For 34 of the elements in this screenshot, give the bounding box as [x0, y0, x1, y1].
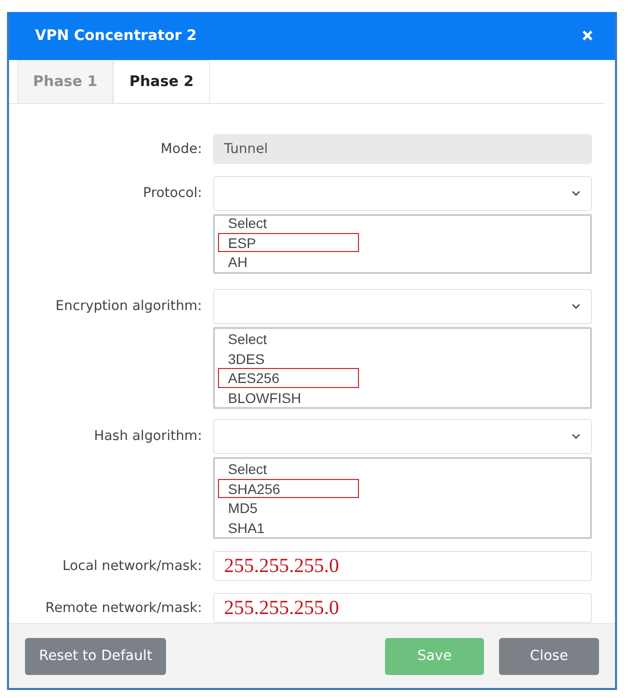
dropdown-field[interactable] — [213, 289, 592, 324]
dropdown-field[interactable] — [213, 176, 592, 212]
list-option[interactable]: Select — [218, 216, 359, 233]
list-option[interactable]: BLOWFISH — [218, 388, 359, 408]
dialog-title: VPN Concentrator 2 — [35, 28, 197, 44]
option-list[interactable]: Select 3DES AES256 BLOWFISH — [213, 327, 592, 410]
reset-button[interactable]: Reset to Default — [25, 638, 166, 675]
list-option[interactable]: Select — [218, 459, 359, 479]
list-option[interactable]: AES256 — [218, 368, 359, 388]
list-option[interactable]: AH — [218, 252, 359, 272]
list-option[interactable]: SHA1 — [218, 518, 359, 538]
field-label: Local network/mask: — [62, 557, 202, 576]
chevron-down-icon — [571, 433, 581, 440]
field-label: Protocol: — [142, 184, 202, 204]
field-label: Remote network/mask: — [44, 599, 202, 618]
dropdown-field[interactable] — [213, 419, 592, 454]
field-label: Encryption algorithm: — [54, 297, 202, 316]
field-label: Hash algorithm: — [92, 427, 202, 446]
tab[interactable]: Phase 2 — [113, 60, 210, 104]
list-option[interactable]: 3DES — [218, 348, 359, 368]
field-label: Mode: — [160, 140, 202, 160]
chevron-down-icon — [571, 303, 581, 310]
option-list[interactable]: Select SHA256 MD5 SHA1 — [213, 457, 592, 540]
list-option[interactable]: MD5 — [218, 498, 359, 518]
list-option[interactable]: ESP — [218, 232, 359, 252]
chevron-down-icon — [571, 190, 581, 198]
list-option[interactable]: Select — [218, 329, 359, 349]
input-field[interactable]: 255.255.255.0 — [213, 551, 592, 582]
close-icon[interactable] — [582, 30, 593, 42]
option-list[interactable]: Select ESP AH — [213, 214, 592, 274]
input-field[interactable]: 255.255.255.0 — [213, 593, 592, 624]
mode-field: Tunnel — [213, 134, 592, 164]
list-option[interactable]: SHA256 — [218, 478, 359, 498]
close-button[interactable]: Close — [499, 638, 599, 675]
